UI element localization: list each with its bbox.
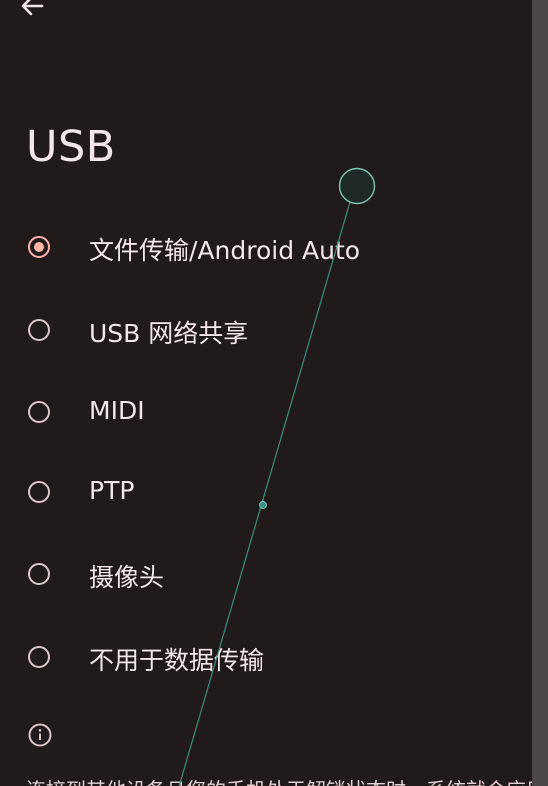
option-camera[interactable]: 摄像头 bbox=[0, 542, 532, 606]
option-label: 文件传输/Android Auto bbox=[89, 236, 361, 265]
arrow-back-icon bbox=[21, 0, 44, 16]
info-description: 连接到其他设备且您的手机处于解锁状态时，系统就会应用 bbox=[26, 774, 532, 786]
option-label: USB 网络共享 bbox=[89, 319, 249, 348]
option-label: PTP bbox=[89, 476, 135, 505]
option-label: MIDI bbox=[89, 396, 145, 425]
radio-icon[interactable] bbox=[28, 319, 50, 341]
option-label: 摄像头 bbox=[89, 563, 165, 592]
option-ptp[interactable]: PTP bbox=[0, 460, 532, 524]
radio-icon[interactable] bbox=[28, 563, 50, 585]
option-file-transfer[interactable]: 文件传输/Android Auto bbox=[0, 215, 532, 279]
scrollbar-strip bbox=[532, 0, 548, 786]
radio-icon[interactable] bbox=[28, 401, 50, 423]
radio-selected-icon[interactable] bbox=[28, 236, 50, 258]
radio-icon[interactable] bbox=[28, 646, 50, 668]
option-usb-tethering[interactable]: USB 网络共享 bbox=[0, 298, 532, 362]
usb-preferences-screen: USB 文件传输/Android Auto USB 网络共享 MIDI PTP … bbox=[0, 0, 532, 786]
option-label: 不用于数据传输 bbox=[89, 646, 265, 675]
option-no-data-transfer[interactable]: 不用于数据传输 bbox=[0, 625, 532, 689]
info-icon bbox=[28, 723, 52, 747]
option-midi[interactable]: MIDI bbox=[0, 380, 532, 444]
page-title: USB bbox=[26, 122, 116, 172]
back-button[interactable] bbox=[18, 0, 46, 20]
radio-icon[interactable] bbox=[28, 481, 50, 503]
